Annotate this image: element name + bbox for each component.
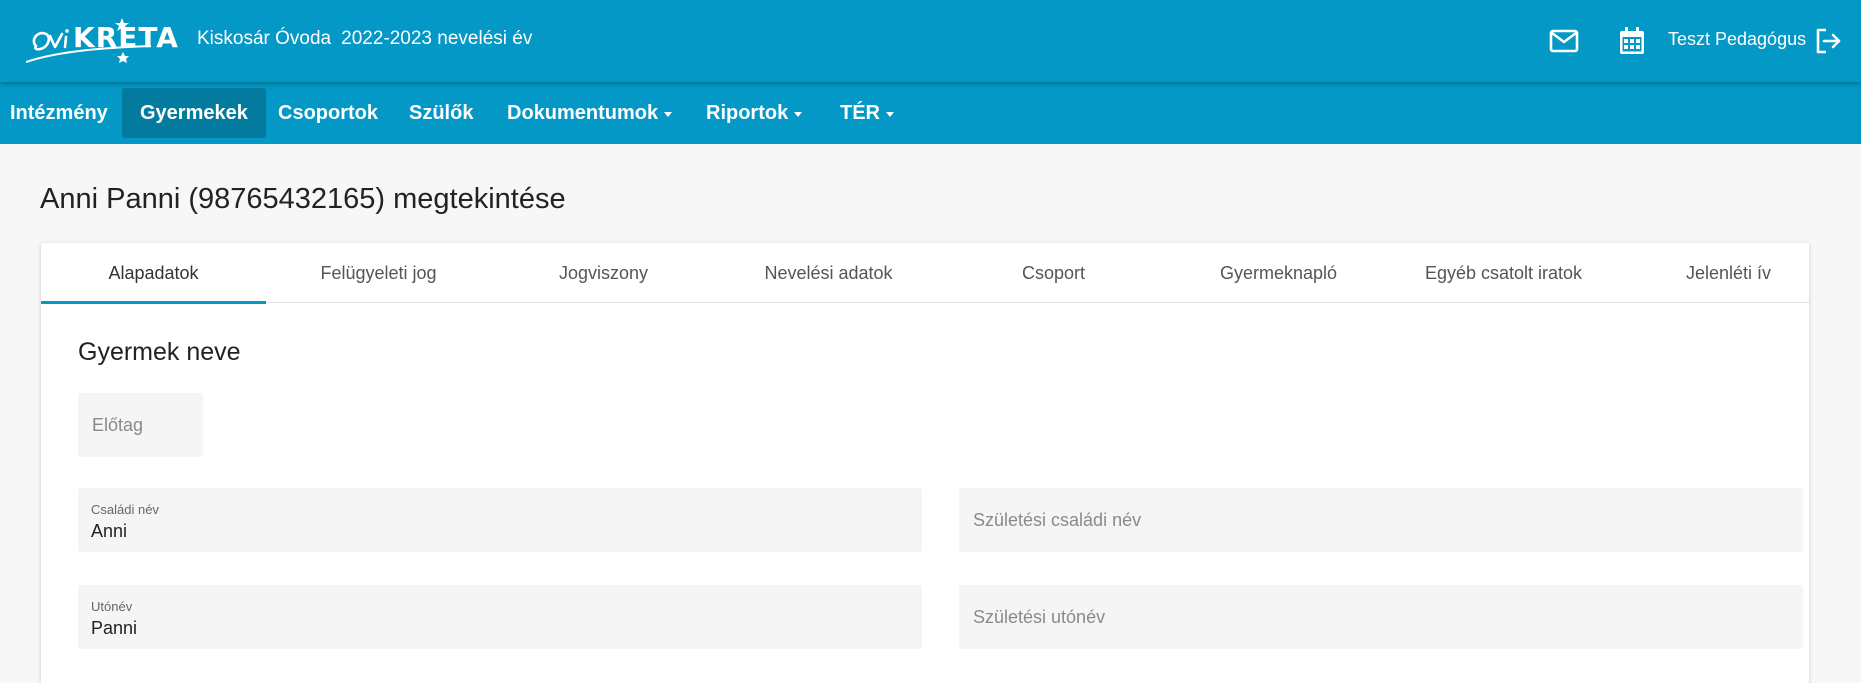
family-name-field[interactable]: Családi név Anni — [78, 488, 922, 552]
tab-label: Jelenléti ív — [1685, 262, 1772, 283]
tab-label: Nevelési adatok — [764, 262, 893, 283]
tab-nevelesi-adatok[interactable]: Nevelési adatok — [716, 243, 941, 303]
given-name-label: Utónév — [91, 599, 133, 614]
caret-down-icon — [794, 111, 803, 117]
calendar-icon[interactable] — [1615, 24, 1649, 58]
nav-item-intezmeny[interactable]: Intézmény — [0, 88, 126, 138]
ovikreta-logo[interactable]: KRETA — [26, 12, 182, 68]
child-details-card: Alapadatok Felügyeleti jog Jogviszony Ne… — [41, 243, 1809, 683]
tab-egyeb-csatolt-iratok[interactable]: Egyéb csatolt iratok — [1391, 243, 1616, 303]
given-name-field[interactable]: Utónév Panni — [78, 585, 922, 649]
tab-jelenleti-iv[interactable]: Jelenléti ív — [1616, 243, 1841, 303]
tab-label: Csoport — [1021, 262, 1086, 283]
nav-item-label: Gyermekek — [140, 101, 248, 124]
tab-label: Jogviszony — [558, 262, 649, 283]
nav-item-label: TÉR — [840, 101, 880, 124]
nav-item-label: Szülők — [409, 101, 474, 124]
caret-down-icon — [664, 111, 673, 117]
nav-item-label: Csoportok — [278, 101, 378, 124]
given-name-value: Panni — [91, 618, 138, 638]
nav-item-label: Riportok — [706, 101, 789, 124]
school-year: 2022-2023 nevelési év — [341, 28, 533, 49]
nav-item-csoportok[interactable]: Csoportok — [260, 88, 396, 138]
tab-jogviszony[interactable]: Jogviszony — [491, 243, 716, 303]
nav-item-label: Intézmény — [10, 101, 108, 124]
caret-down-icon — [886, 111, 894, 117]
nav-item-riportok[interactable]: Riportok — [688, 88, 820, 138]
school-name: Kiskosár Óvoda — [197, 28, 332, 49]
nav-item-gyermekek[interactable]: Gyermekek — [122, 88, 266, 138]
family-name-label: Családi név — [91, 502, 159, 517]
tab-felugyeleti-jog[interactable]: Felügyeleti jog — [266, 243, 491, 303]
tab-gyermeknaplo[interactable]: Gyermeknapló — [1166, 243, 1391, 303]
nav-item-label: Dokumentumok — [507, 101, 659, 124]
nav-item-ter[interactable]: TÉR — [822, 88, 912, 138]
family-name-value: Anni — [91, 521, 128, 541]
tab-csoport[interactable]: Csoport — [941, 243, 1166, 303]
tab-label: Egyéb csatolt iratok — [1424, 262, 1583, 283]
tab-bar: Alapadatok Felügyeleti jog Jogviszony Ne… — [41, 243, 1809, 304]
birth-family-name-placeholder: Születési családi név — [973, 509, 1142, 530]
prefix-placeholder: Előtag — [92, 414, 144, 435]
institution-info: Kiskosár Óvoda 2022-2023 nevelési év — [197, 28, 532, 50]
logout-icon[interactable] — [1811, 24, 1845, 58]
tab-label: Gyermeknapló — [1219, 262, 1338, 283]
nav-item-szulok[interactable]: Szülők — [391, 88, 491, 138]
mail-icon[interactable] — [1547, 24, 1581, 58]
user-name[interactable]: Teszt Pedagógus — [1668, 29, 1806, 50]
page-title: Anni Panni (98765432165) megtekintése — [40, 183, 566, 215]
prefix-field[interactable]: Előtag — [78, 393, 203, 457]
section-title: Gyermek neve — [78, 338, 241, 366]
nav-item-dokumentumok[interactable]: Dokumentumok — [489, 88, 690, 138]
top-bar: KRETA Kiskosár Óvoda 2022-2023 nevelési é… — [0, 0, 1861, 82]
birth-given-name-field[interactable]: Születési utónév — [959, 585, 1803, 649]
tab-label: Alapadatok — [108, 262, 199, 283]
main-nav: Intézmény Gyermekek Csoportok Szülők Dok… — [0, 82, 1861, 144]
birth-given-name-placeholder: Születési utónév — [973, 606, 1106, 627]
birth-family-name-field[interactable]: Születési családi név — [959, 488, 1803, 552]
tab-alapadatok[interactable]: Alapadatok — [41, 243, 266, 304]
svg-text:KRETA: KRETA — [73, 21, 179, 54]
tab-label: Felügyeleti jog — [320, 262, 437, 283]
